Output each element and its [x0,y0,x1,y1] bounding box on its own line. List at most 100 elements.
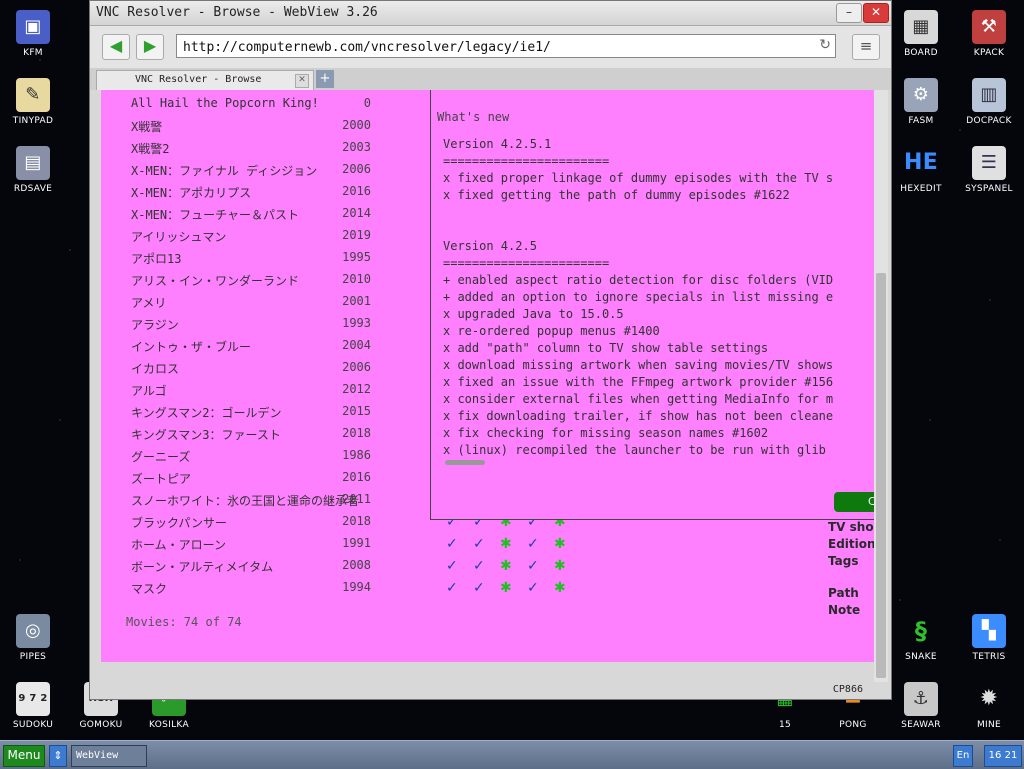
side-label-edition: Edition [828,537,874,551]
window-titlebar[interactable]: VNC Resolver - Browse - WebView 3.26 – ✕ [90,1,891,26]
movie-title: ホーム・アローン [131,538,227,552]
star-icon: ✱ [500,580,512,596]
hamburger-menu-button[interactable]: ≡ [852,34,880,60]
movie-row[interactable]: X-MEN：アポカリプス 2016 [131,182,371,202]
check-icon: ✓ [527,536,539,552]
movie-row[interactable]: アルゴ 2012 [131,380,371,400]
movie-row[interactable]: ボーン・アルティメイタム 2008 [131,556,371,576]
release-note-line: x fixed proper linkage of dummy episodes… [443,171,834,185]
desktop-icon-fasm[interactable]: ⚙ FASM [889,78,953,126]
movie-row[interactable]: イカロス 2006 [131,358,371,378]
movie-row[interactable]: All Hail the Popcorn King! 0 [131,94,371,114]
movie-year: 2015 [342,404,371,418]
start-menu-button[interactable]: Menu [3,745,45,767]
url-input[interactable] [181,37,815,57]
floppy-disk-icon: ▣ [16,10,50,44]
side-label-tvshow: TV sho [828,520,874,534]
board-icon: ▦ [904,10,938,44]
movie-flag-row: ✓ ✓ ✱ ✓ ✱ [446,580,586,596]
star-icon: ✱ [554,536,566,552]
movie-title: ボーン・アルティメイタム [131,560,274,574]
desktop-icon-seawar[interactable]: ⚓ SEAWAR [889,682,953,730]
movie-row[interactable]: ブラックパンサー 2018 [131,512,371,532]
movie-year: 1986 [342,448,371,462]
movie-year: 1994 [342,580,371,594]
movie-row[interactable]: グーニーズ 1986 [131,446,371,466]
movie-year: 0 [363,96,371,110]
release-note-line: x add "path" column to TV show table set… [443,341,769,355]
desktop-icon-kpack[interactable]: ⚒ KPACK [957,10,1021,58]
scrollbar-thumb[interactable] [876,273,886,678]
back-button[interactable]: ◀ [102,34,130,60]
desktop-icon-snake[interactable]: § SNAKE [889,614,953,662]
movie-row[interactable]: X-MEN：ファイナル ディシジョン 2006 [131,160,371,180]
close-dialog-button[interactable]: C [834,492,874,512]
movie-year: 1995 [342,250,371,264]
release-note-line [443,204,873,221]
desktop-icon-tetris[interactable]: ▚ TETRIS [957,614,1021,662]
release-note-line: x fix downloading trailer, if show has n… [443,409,834,423]
movie-row[interactable]: ホーム・アローン 1991 [131,534,371,554]
task-switch-arrows[interactable]: ⇕ [49,745,67,767]
release-note-line: x consider external files when getting M… [443,392,834,406]
desktop-icon-mine[interactable]: ✹ MINE [957,682,1021,730]
movie-row[interactable]: イントゥ・ザ・ブルー 2004 [131,336,371,356]
sliders-icon: ☰ [972,146,1006,180]
tab-bar: VNC Resolver - Browse ✕ + [90,68,891,90]
movie-row[interactable]: アイリッシュマン 2019 [131,226,371,246]
release-note-line: + enabled aspect ratio detection for dis… [443,273,834,287]
movie-title: スノーホワイト：氷の王国と運命の継承者 [131,494,360,508]
movie-row[interactable]: アポロ13 1995 [131,248,371,268]
movie-row[interactable]: アリス・イン・ワンダーランド 2010 [131,270,371,290]
movie-row[interactable]: アメリ 2001 [131,292,371,312]
movie-row[interactable]: マスク 1994 [131,578,371,598]
minimize-button[interactable]: – [836,3,862,23]
movie-year: 2010 [342,272,371,286]
movie-row[interactable]: X戦警2 2003 [131,138,371,158]
star-icon: ✱ [554,580,566,596]
movie-row[interactable]: X-MEN：フューチャー＆パスト 2014 [131,204,371,224]
check-icon: ✓ [446,580,458,596]
language-indicator[interactable]: En [953,745,973,767]
forward-button[interactable]: ▶ [136,34,164,60]
new-tab-button[interactable]: + [316,70,334,88]
desktop-icon-rdsave[interactable]: ▤ RDSAVE [1,146,65,194]
taskbar-item-webview[interactable]: WebView [71,745,147,767]
vertical-scrollbar[interactable] [874,90,888,682]
movie-row[interactable]: スノーホワイト：氷の王国と運命の継承者 2011 [131,490,371,510]
check-icon: ✓ [473,558,485,574]
desktop-icon-kfm[interactable]: ▣ KFM [1,10,65,58]
desktop-icon-docpack[interactable]: ▥ DOCPACK [957,78,1021,126]
movie-title: グーニーズ [131,450,191,464]
check-icon: ✓ [473,536,485,552]
movie-row[interactable]: アラジン 1993 [131,314,371,334]
movie-title: キングスマン2：ゴールデン [131,406,282,420]
hammer-icon: ⚒ [972,10,1006,44]
movie-title: マスク [131,582,168,596]
horizontal-scrollbar[interactable] [445,460,485,465]
desktop-icon-hexedit[interactable]: HE HEXEDIT [889,146,953,194]
movie-row[interactable]: キングスマン2：ゴールデン 2015 [131,402,371,422]
close-button[interactable]: ✕ [863,3,889,23]
tab-close-icon[interactable]: ✕ [295,74,309,88]
movie-year: 2000 [342,118,371,132]
movie-year: 2006 [342,162,371,176]
reload-icon[interactable]: ↻ [819,37,831,53]
movie-row[interactable]: X戦警 2000 [131,116,371,136]
check-icon: ✓ [446,558,458,574]
tab-vnc-resolver[interactable]: VNC Resolver - Browse ✕ [96,70,314,90]
address-bar[interactable]: ↻ [176,34,836,58]
movie-year: 2018 [342,514,371,528]
desktop-icon-pipes[interactable]: ◎ PIPES [1,614,65,662]
movie-year: 2012 [342,382,371,396]
desktop-icon-sudoku[interactable]: 9 7 2 SUDOKU [1,682,65,730]
movie-row[interactable]: ズートピア 2016 [131,468,371,488]
desktop-icon-syspanel[interactable]: ☰ SYSPANEL [957,146,1021,194]
page-content: All Hail the Popcorn King! 0 X戦警 2000 X戦警2 20… [101,90,874,662]
pipes-game-icon: ◎ [16,614,50,648]
star-icon: ✱ [554,558,566,574]
desktop-icon-tinypad[interactable]: ✎ TINYPAD [1,78,65,126]
movie-year: 2003 [342,140,371,154]
movie-row[interactable]: キングスマン3：ファースト 2018 [131,424,371,444]
desktop-icon-board[interactable]: ▦ BOARD [889,10,953,58]
